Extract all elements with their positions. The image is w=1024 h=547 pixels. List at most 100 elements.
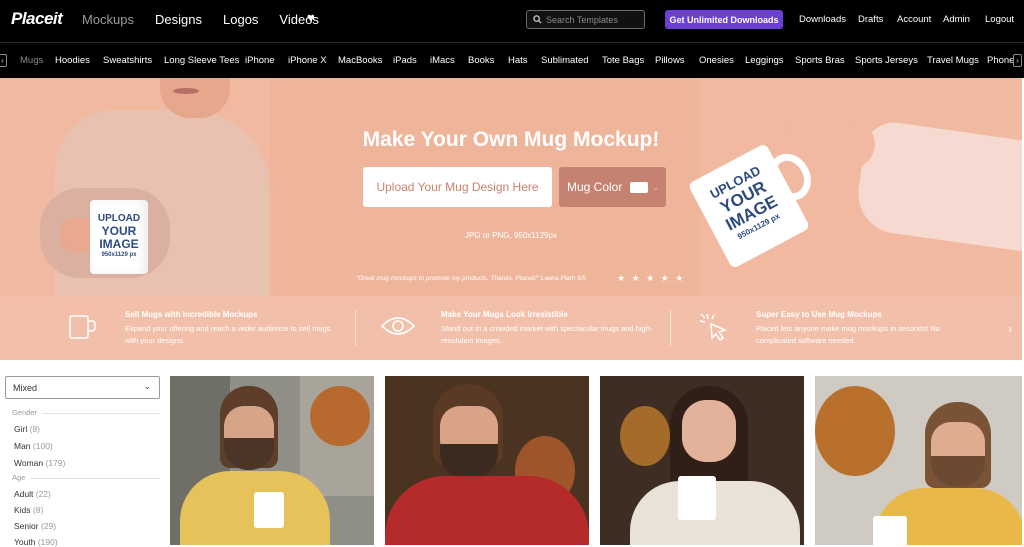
filter-item-youth[interactable]: Youth (190) bbox=[14, 537, 58, 547]
filter-label: Man bbox=[14, 441, 31, 451]
mockup-thumbnail[interactable] bbox=[600, 376, 804, 545]
category-hats[interactable]: Hats bbox=[508, 55, 528, 66]
search-icon bbox=[533, 15, 542, 24]
category-long-sleeve-tees[interactable]: Long Sleeve Tees bbox=[164, 55, 239, 66]
filter-item-woman[interactable]: Woman (179) bbox=[14, 458, 65, 468]
features-next-icon[interactable]: › bbox=[1008, 322, 1012, 336]
filter-item-adult[interactable]: Adult (22) bbox=[14, 489, 51, 499]
filter-label: Woman bbox=[14, 458, 44, 468]
mockup-thumbnail[interactable] bbox=[170, 376, 374, 545]
filter-count: (22) bbox=[35, 489, 51, 499]
nav-logos[interactable]: Logos bbox=[223, 12, 258, 27]
top-navbar: Placeit Mockups Designs Logos Videos ♥ S… bbox=[0, 0, 1024, 42]
filter-divider bbox=[30, 478, 160, 479]
category-imacs[interactable]: iMacs bbox=[430, 55, 455, 66]
category-macbooks[interactable]: MacBooks bbox=[338, 55, 382, 66]
hero-title: Make Your Own Mug Mockup! bbox=[362, 128, 660, 151]
filter-label: Adult bbox=[14, 489, 34, 499]
photo-face bbox=[682, 400, 736, 462]
photo-shirt bbox=[385, 476, 589, 545]
category-tote-bags[interactable]: Tote Bags bbox=[602, 55, 644, 66]
photo-mug bbox=[254, 492, 284, 528]
feature-title-sell: Sell Mugs with Incredible Mockups bbox=[125, 310, 258, 319]
eye-icon bbox=[380, 317, 416, 335]
features-band: Sell Mugs with Incredible Mockups Expand… bbox=[0, 296, 1022, 360]
search-input[interactable]: Search Templates bbox=[526, 10, 645, 29]
photo-wreath bbox=[815, 386, 895, 476]
mockup-thumbnail[interactable] bbox=[815, 376, 1022, 545]
category-travel-mugs[interactable]: Travel Mugs bbox=[927, 55, 979, 66]
chevron-down-icon: ⌄ bbox=[652, 182, 660, 192]
file-format-hint: JPG or PNG, 950x1129px bbox=[465, 231, 557, 240]
woman-lips-image bbox=[173, 88, 199, 94]
filter-label: Youth bbox=[14, 537, 36, 547]
testimonial-quote: "Great mug mockups to promote my product… bbox=[356, 275, 587, 282]
category-iphone-x[interactable]: iPhone X bbox=[288, 55, 327, 66]
feature-title-irresistible: Make Your Mugs Look Irresistible bbox=[441, 310, 568, 319]
mug-left-text-size: 950x1129 px bbox=[101, 252, 137, 258]
mug-color-swatch bbox=[630, 181, 649, 193]
filter-item-senior[interactable]: Senior (29) bbox=[14, 521, 56, 531]
category-sublimated[interactable]: Sublimated bbox=[541, 55, 589, 66]
filter-count: (190) bbox=[37, 537, 58, 547]
filter-label: Kids bbox=[14, 505, 31, 515]
feature-desc-irresistible: Stand out in a crowded market with spect… bbox=[441, 324, 653, 345]
category-sweatshirts[interactable]: Sweatshirts bbox=[103, 55, 152, 66]
filter-count: (8) bbox=[32, 505, 44, 515]
filter-item-girl[interactable]: Girl (8) bbox=[14, 424, 40, 434]
filter-count: (100) bbox=[32, 441, 53, 451]
nav-logout[interactable]: Logout bbox=[985, 14, 1014, 25]
search-placeholder: Search Templates bbox=[546, 14, 618, 25]
category-books[interactable]: Books bbox=[468, 55, 494, 66]
nav-drafts[interactable]: Drafts bbox=[858, 14, 883, 25]
filter-item-kids[interactable]: Kids (8) bbox=[14, 505, 43, 515]
mug-color-picker[interactable]: Mug Color ⌄ bbox=[559, 167, 666, 207]
feature-desc-sell: Expand your offering and reach a wider a… bbox=[125, 324, 331, 345]
chevron-right-icon[interactable]: › bbox=[1013, 54, 1022, 67]
photo-mug bbox=[678, 476, 716, 520]
filter-heading-age: Age bbox=[12, 473, 26, 482]
category-phone[interactable]: Phone bbox=[987, 55, 1014, 66]
chevron-left-icon[interactable]: ‹ bbox=[0, 54, 7, 67]
feature-divider bbox=[355, 310, 356, 346]
feature-desc-easy: Placeit lets anyone make mug mockups in … bbox=[756, 324, 940, 345]
category-leggings[interactable]: Leggings bbox=[745, 55, 784, 66]
feature-divider bbox=[670, 310, 671, 346]
sort-select[interactable]: Mixed ⌄ bbox=[5, 376, 160, 399]
nav-downloads[interactable]: Downloads bbox=[799, 14, 846, 25]
cursor-click-icon bbox=[699, 313, 728, 342]
filter-count: (179) bbox=[45, 458, 66, 468]
get-unlimited-downloads-button[interactable]: Get Unlimited Downloads bbox=[665, 10, 783, 29]
nav-designs[interactable]: Designs bbox=[155, 12, 202, 27]
photo-wreath bbox=[310, 386, 370, 446]
rating-stars: ★ ★ ★ ★ ★ bbox=[617, 273, 686, 283]
photo-mug bbox=[873, 516, 907, 545]
category-pillows[interactable]: Pillows bbox=[655, 55, 685, 66]
category-mugs[interactable]: Mugs bbox=[20, 55, 43, 66]
filter-label: Girl bbox=[14, 424, 28, 434]
category-hoodies[interactable]: Hoodies bbox=[55, 55, 90, 66]
feature-title-easy: Super Easy to Use Mug Mockups bbox=[756, 310, 882, 319]
filter-item-man[interactable]: Man (100) bbox=[14, 441, 53, 451]
mug-icon bbox=[69, 315, 96, 339]
photo-flowers bbox=[620, 406, 670, 466]
mockup-thumbnail[interactable] bbox=[385, 376, 589, 545]
category-sports-bras[interactable]: Sports Bras bbox=[795, 55, 845, 66]
category-ipads[interactable]: iPads bbox=[393, 55, 417, 66]
photo-beard bbox=[440, 444, 498, 480]
nav-account[interactable]: Account bbox=[897, 14, 931, 25]
sort-select-value: Mixed bbox=[13, 382, 38, 393]
category-onesies[interactable]: Onesies bbox=[699, 55, 734, 66]
category-bar: ‹ Mugs Hoodies Sweatshirts Long Sleeve T… bbox=[0, 42, 1024, 78]
filter-divider bbox=[42, 413, 160, 414]
nav-mockups[interactable]: Mockups bbox=[82, 12, 134, 27]
category-iphone[interactable]: iPhone bbox=[245, 55, 275, 66]
heart-icon[interactable]: ♥ bbox=[307, 10, 315, 25]
mug-left-text-upload: UPLOAD bbox=[97, 213, 141, 224]
placeit-logo[interactable]: Placeit bbox=[11, 9, 63, 29]
category-sports-jerseys[interactable]: Sports Jerseys bbox=[855, 55, 918, 66]
filter-heading-gender: Gender bbox=[12, 408, 38, 417]
upload-mug-design-button[interactable]: Upload Your Mug Design Here bbox=[363, 167, 552, 207]
nav-admin[interactable]: Admin bbox=[943, 14, 970, 25]
filter-count: (8) bbox=[29, 424, 40, 434]
